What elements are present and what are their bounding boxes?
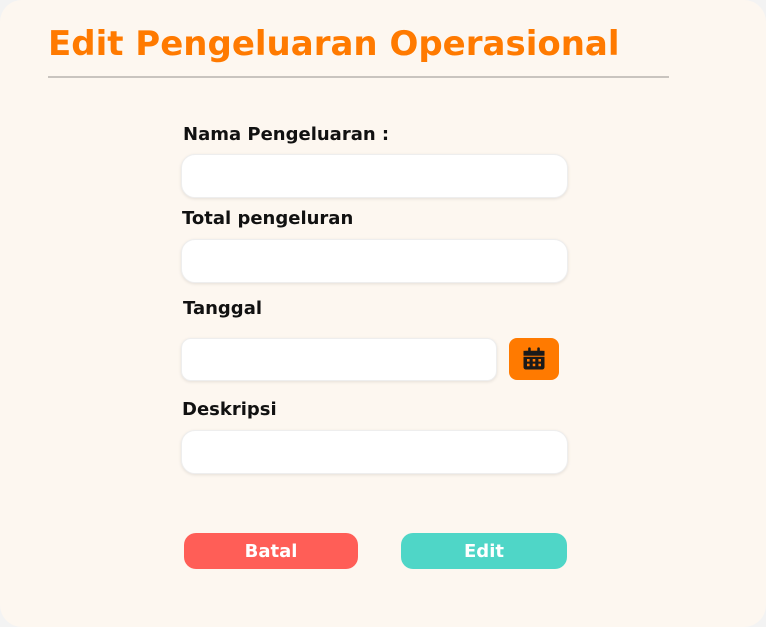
calendar-icon — [523, 347, 545, 370]
edit-button[interactable]: Edit — [401, 533, 567, 569]
deskripsi-label: Deskripsi — [182, 399, 277, 420]
tanggal-label: Tanggal — [183, 298, 263, 319]
edit-expense-card: Edit Pengeluaran Operasional Nama Pengel… — [0, 0, 766, 627]
nama-pengeluaran-input[interactable] — [181, 154, 568, 198]
tanggal-input[interactable] — [181, 338, 497, 381]
page-title: Edit Pengeluaran Operasional — [48, 24, 620, 64]
nama-pengeluaran-label: Nama Pengeluaran : — [183, 124, 390, 145]
total-pengeluaran-input[interactable] — [181, 239, 568, 283]
deskripsi-input[interactable] — [181, 430, 568, 474]
date-picker-button[interactable] — [509, 338, 559, 380]
cancel-button[interactable]: Batal — [184, 533, 358, 569]
total-pengeluaran-label: Total pengeluran — [182, 208, 354, 229]
title-divider — [48, 76, 669, 78]
